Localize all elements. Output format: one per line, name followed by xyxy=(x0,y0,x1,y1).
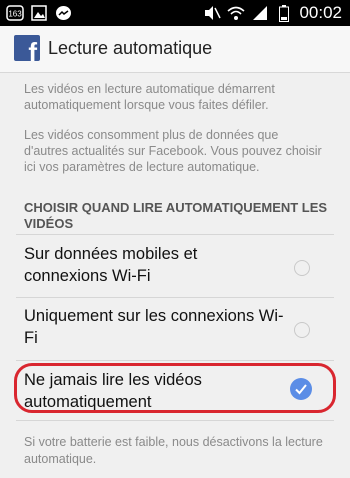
option-mobile-and-wifi[interactable]: Sur données mobiles et connexions Wi-Fi xyxy=(0,238,350,300)
divider xyxy=(16,420,334,421)
image-icon xyxy=(30,4,48,22)
divider xyxy=(16,234,334,235)
option-wifi-only[interactable]: Uniquement sur les connexions Wi-Fi xyxy=(0,300,350,362)
divider xyxy=(16,360,334,361)
signal-icon xyxy=(251,4,269,22)
intro-text-2: Les vidéos consomment plus de données qu… xyxy=(24,128,322,174)
option-label: Uniquement sur les connexions Wi-Fi xyxy=(24,307,284,347)
battery-icon xyxy=(275,4,293,22)
section-header: CHOISIR QUAND LIRE AUTOMATIQUEMENT LES V… xyxy=(24,200,328,231)
status-time: 00:02 xyxy=(299,3,342,22)
facebook-logo-letter: f xyxy=(28,37,37,61)
radio-unchecked-icon[interactable] xyxy=(294,260,310,276)
intro-text-1: Les vidéos en lecture automatique démarr… xyxy=(24,82,275,112)
footer-note: Si votre batterie est faible, nous désac… xyxy=(24,435,323,466)
option-label: Sur données mobiles et connexions Wi-Fi xyxy=(24,245,198,285)
selection-highlight-annotation xyxy=(14,363,336,413)
status-bar: 163 00:02 xyxy=(0,0,350,26)
page-title: Lecture automatique xyxy=(48,38,213,58)
wifi-icon xyxy=(227,4,245,22)
radio-unchecked-icon[interactable] xyxy=(294,322,310,338)
notification-count-icon: 163 xyxy=(6,4,24,22)
divider xyxy=(16,297,334,298)
app-toolbar: f Lecture automatique xyxy=(0,26,350,73)
notification-count: 163 xyxy=(8,10,22,19)
facebook-logo-icon[interactable]: f xyxy=(14,35,40,61)
messenger-icon xyxy=(54,4,72,22)
mute-icon xyxy=(203,4,222,22)
